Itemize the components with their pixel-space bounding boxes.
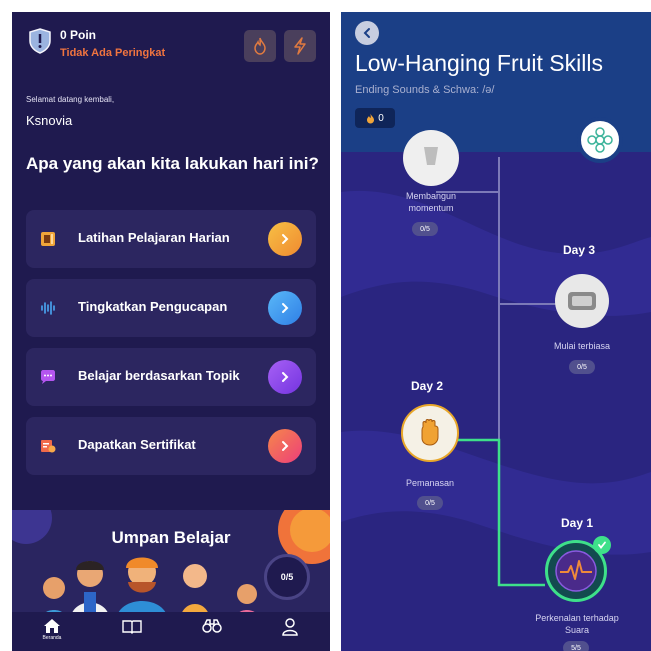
skill-badge[interactable]	[577, 117, 623, 163]
energy-button[interactable]	[284, 30, 316, 62]
arrow-button[interactable]	[268, 429, 302, 463]
nav-explore[interactable]	[192, 618, 232, 648]
arrow-button[interactable]	[268, 222, 302, 256]
chevron-right-icon	[282, 441, 289, 451]
lesson-illustration-icon	[568, 292, 596, 310]
node-progress: 0/5	[417, 496, 443, 510]
heartbeat-wave-icon	[555, 550, 597, 592]
top-bar: 0 Poin Tidak Ada Peringkat	[12, 12, 330, 80]
lesson-node-momentum[interactable]	[403, 130, 459, 186]
home-icon	[44, 619, 60, 633]
menu-item-label: Tingkatkan Pengucapan	[78, 299, 228, 314]
menu-item-daily-lesson[interactable]: Latihan Pelajaran Harian	[26, 210, 316, 268]
menu-item-certificate[interactable]: Dapatkan Sertifikat	[26, 417, 316, 475]
binoculars-icon	[202, 619, 222, 633]
node-label: Mulai terbiasa	[553, 341, 611, 351]
arrow-button[interactable]	[268, 360, 302, 394]
chevron-right-icon	[282, 303, 289, 313]
nav-lessons[interactable]	[112, 618, 152, 648]
username: Ksnovia	[26, 113, 73, 128]
chat-icon	[38, 367, 58, 387]
feed-title: Umpan Belajar	[111, 528, 231, 547]
streak-button[interactable]	[244, 30, 276, 62]
nav-profile[interactable]	[270, 618, 310, 648]
flower-badge-icon	[587, 127, 613, 153]
menu-item-pronunciation[interactable]: Tingkatkan Pengucapan	[26, 279, 316, 337]
lesson-illustration-icon	[424, 147, 438, 165]
arrow-button[interactable]	[268, 291, 302, 325]
bottom-navigation: Beranda	[12, 612, 330, 651]
lightning-icon	[294, 37, 306, 55]
profile-icon	[282, 618, 298, 636]
node-progress: 0/5	[569, 360, 595, 374]
book-icon	[38, 229, 58, 249]
menu-item-label: Dapatkan Sertifikat	[78, 437, 196, 452]
node-label: Membangun momentum	[405, 191, 457, 213]
node-label: Perkenalan terhadap Suara	[535, 613, 619, 635]
learning-path	[341, 157, 651, 587]
points-text: 0 Poin	[60, 28, 97, 42]
menu-item-topic[interactable]: Belajar berdasarkan Topik	[26, 348, 316, 406]
lesson-node-getting-used[interactable]	[555, 274, 609, 328]
menu-item-label: Latihan Pelajaran Harian	[78, 230, 230, 245]
node-progress: 0/5	[412, 222, 438, 236]
completed-check-icon	[593, 536, 611, 554]
day-label: Day 3	[563, 243, 596, 257]
screenshot: 0 Poin Tidak Ada Peringkat Selamat datan…	[0, 0, 651, 651]
rank-shield-icon[interactable]	[28, 28, 52, 54]
skill-path-screen: Low-Hanging Fruit Skills Ending Sounds &…	[341, 12, 651, 651]
fist-icon	[421, 419, 439, 446]
menu-item-label: Belajar berdasarkan Topik	[78, 368, 240, 383]
soundwave-icon	[38, 298, 58, 318]
fire-icon	[254, 37, 266, 55]
chevron-right-icon	[282, 372, 289, 382]
learning-feed-card[interactable]: Umpan Belajar 0/5	[12, 510, 330, 622]
day-label: Day 2	[411, 379, 444, 393]
welcome-text: Selamat datang kembali,	[26, 95, 115, 104]
page-heading: Apa yang akan kita lakukan hari ini?	[26, 154, 319, 173]
rank-text: Tidak Ada Peringkat	[60, 47, 166, 59]
day-label: Day 1	[561, 516, 594, 530]
home-screen: 0 Poin Tidak Ada Peringkat Selamat datan…	[12, 12, 330, 651]
nav-home[interactable]: Beranda	[32, 618, 72, 648]
lesson-node-warmup[interactable]	[401, 404, 459, 462]
book-open-icon	[122, 620, 142, 634]
nav-home-label: Beranda	[42, 635, 62, 641]
node-progress: 5/5	[563, 641, 589, 651]
node-label: Pemanasan	[405, 478, 455, 488]
feed-progress: 0/5	[264, 554, 310, 600]
certificate-icon	[38, 436, 58, 456]
chevron-right-icon	[282, 234, 289, 244]
